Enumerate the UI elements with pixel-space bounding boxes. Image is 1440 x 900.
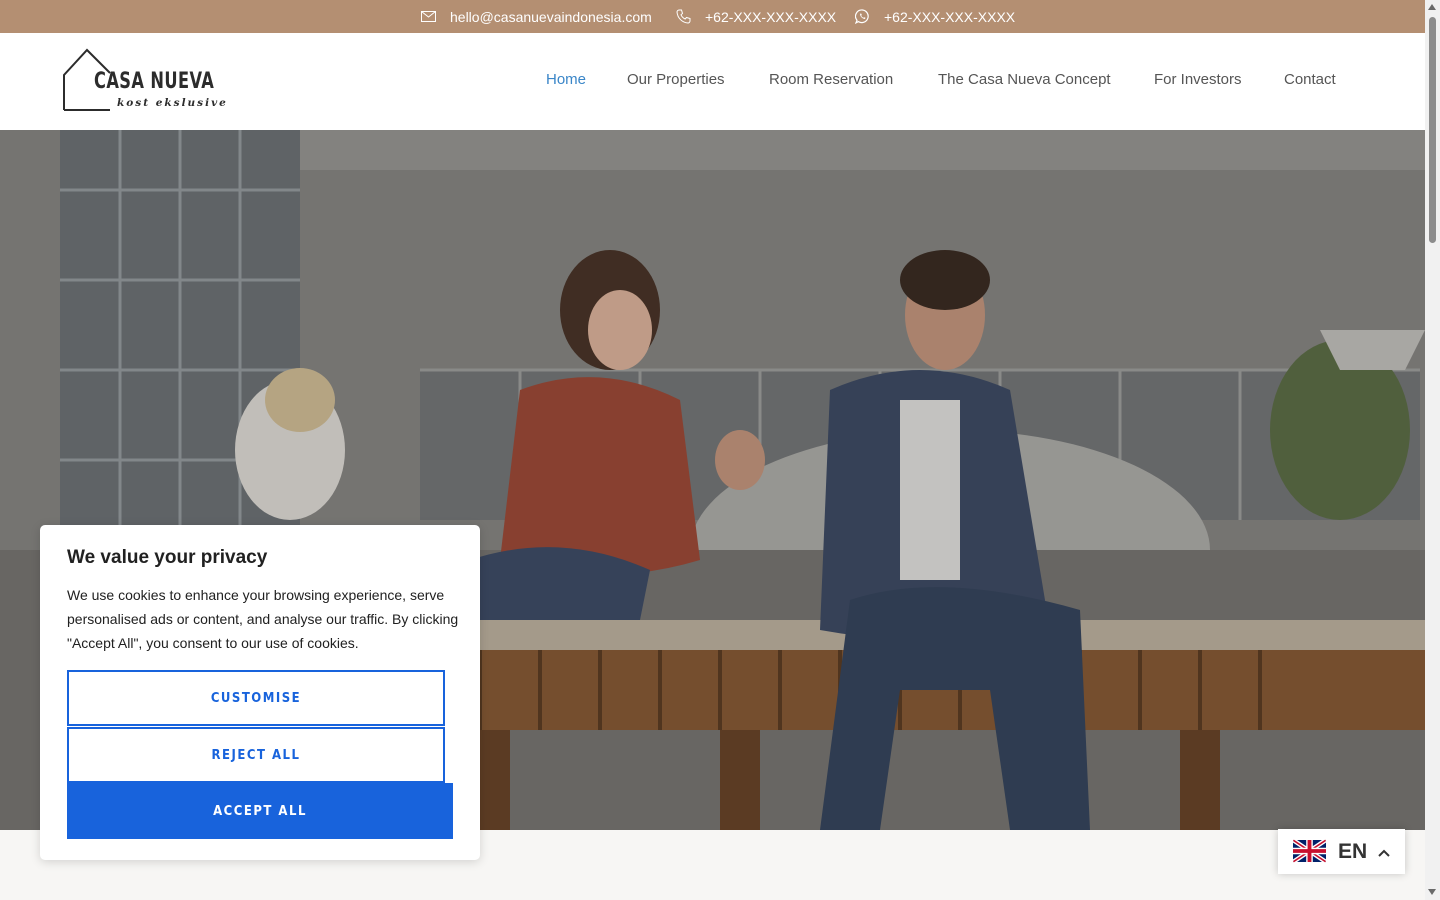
phone-text[interactable]: +62-XXX-XXX-XXXX [705, 9, 836, 25]
scroll-up-icon[interactable] [1428, 4, 1436, 10]
whatsapp-contact[interactable]: +62-XXX-XXX-XXXX [855, 0, 1015, 33]
nav-casa-nueva-concept[interactable]: The Casa Nueva Concept [938, 71, 1111, 88]
top-contact-bar: hello@casanuevaindonesia.com +62-XXX-XXX… [0, 0, 1425, 33]
email-text[interactable]: hello@casanuevaindonesia.com [450, 9, 652, 25]
page-scrollbar[interactable] [1425, 0, 1440, 900]
logo-name: CASA NUEVA [94, 69, 215, 94]
chevron-up-icon [1378, 844, 1390, 862]
phone-contact[interactable]: +62-XXX-XXX-XXXX [676, 0, 836, 33]
language-switcher[interactable]: EN [1278, 829, 1405, 874]
nav-our-properties[interactable]: Our Properties [627, 71, 725, 88]
site-logo[interactable]: CASA NUEVA kost ekslusive [62, 47, 226, 113]
scroll-down-icon[interactable] [1428, 889, 1436, 895]
mail-icon [421, 11, 436, 22]
whatsapp-icon [855, 9, 870, 24]
cookie-consent-banner: We value your privacy We use cookies to … [40, 525, 480, 860]
reject-all-button[interactable]: REJECT ALL [67, 727, 445, 783]
customise-button[interactable]: CUSTOMISE [67, 670, 445, 726]
scrollbar-thumb[interactable] [1429, 17, 1436, 243]
nav-contact[interactable]: Contact [1284, 71, 1336, 88]
nav-home[interactable]: Home [546, 71, 586, 88]
cookie-description: We use cookies to enhance your browsing … [67, 587, 459, 651]
cookie-title: We value your privacy [67, 547, 268, 568]
uk-flag-icon [1293, 838, 1326, 864]
email-contact[interactable]: hello@casanuevaindonesia.com [421, 0, 652, 33]
language-code: EN [1338, 840, 1368, 863]
logo-tagline: kost ekslusive [117, 97, 228, 109]
phone-icon [676, 9, 691, 24]
accept-all-button[interactable]: ACCEPT ALL [67, 783, 453, 839]
nav-room-reservation[interactable]: Room Reservation [769, 71, 893, 88]
whatsapp-text[interactable]: +62-XXX-XXX-XXXX [884, 9, 1015, 25]
nav-for-investors[interactable]: For Investors [1154, 71, 1242, 88]
